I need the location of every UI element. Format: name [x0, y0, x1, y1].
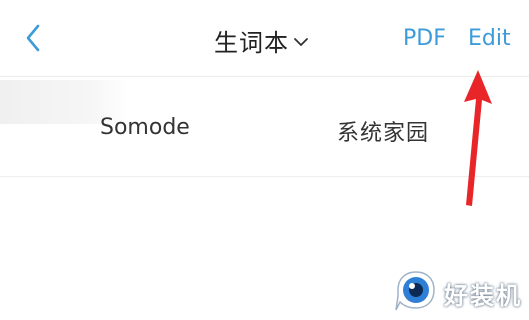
eye-logo-icon — [392, 266, 440, 314]
word-text: Somode — [100, 115, 190, 140]
wordbook-title-dropdown[interactable]: 生词本 — [214, 22, 309, 58]
back-button[interactable] — [18, 20, 54, 56]
chevron-down-icon — [293, 33, 309, 52]
word-meaning: 系统家园 — [337, 121, 430, 146]
navigation-bar: 生词本 PDF Edit — [0, 0, 529, 76]
chevron-left-icon — [18, 20, 54, 56]
watermark: 好装机 — [392, 262, 529, 320]
edit-button[interactable]: Edit — [468, 26, 511, 51]
red-arrow-icon — [450, 68, 500, 208]
page-title: 生词本 — [214, 28, 289, 57]
watermark-text: 好装机 — [444, 282, 522, 310]
page: 生词本 PDF Edit Somode 系统家园 好装机 — [0, 0, 529, 320]
pdf-button[interactable]: PDF — [403, 26, 446, 51]
